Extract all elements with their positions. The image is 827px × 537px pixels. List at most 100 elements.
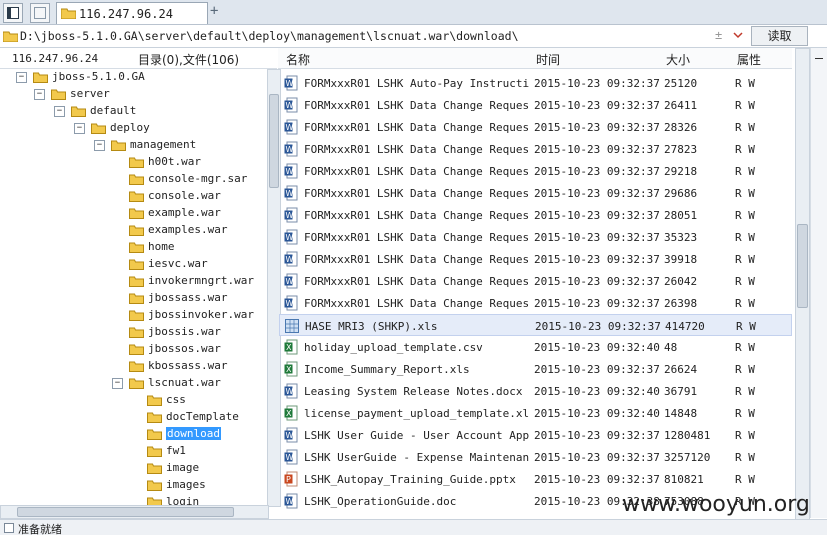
tree-hscroll-thumb[interactable] — [17, 507, 234, 517]
add-tab-button[interactable]: + — [210, 3, 218, 19]
file-row[interactable]: W Leasing System Release Notes.docx 2015-1… — [279, 380, 792, 402]
tab-server[interactable]: 116.247.96.24 — [56, 2, 208, 24]
tree-node[interactable]: jbossis.war — [0, 324, 267, 341]
panel-toggle-icon[interactable] — [3, 3, 23, 23]
tree-node[interactable]: − server — [0, 86, 267, 103]
read-button[interactable]: 读取 — [751, 26, 808, 46]
tree-node-label: example.war — [148, 206, 221, 219]
file-attr: R W — [735, 187, 755, 200]
tree-node[interactable]: console-mgr.sar — [0, 171, 267, 188]
file-size: 26624 — [664, 363, 698, 376]
file-row[interactable]: W FORMxxxR01 LSHK Data Change Request... 2… — [279, 226, 792, 248]
folder-icon — [129, 361, 144, 372]
file-attr: R W — [735, 99, 755, 112]
file-row[interactable]: P LSHK_Autopay_Training_Guide.pptx 2015-10… — [279, 468, 792, 490]
file-row[interactable]: W FORMxxxR01 LSHK Data Change Request... 2… — [279, 248, 792, 270]
tree-node[interactable]: download — [0, 426, 267, 443]
tree-scroll-thumb[interactable] — [269, 94, 279, 188]
file-row[interactable]: HASE MRI3 (SHKP).xls 2015-10-23 09:32:37 4… — [279, 314, 792, 336]
word-doc-icon: W — [284, 383, 298, 399]
svg-text:W: W — [286, 123, 294, 132]
folder-icon — [129, 191, 144, 202]
file-row[interactable]: W FORMxxxR01 LSHK Auto-Pay Instructio... 2… — [279, 72, 792, 94]
tree-node[interactable]: login — [0, 494, 267, 505]
list-scrollbar[interactable] — [795, 48, 810, 520]
folder-icon — [129, 225, 144, 236]
collapse-icon[interactable] — [815, 58, 823, 59]
tree-node[interactable]: − lscnuat.war — [0, 375, 267, 392]
file-size: 26411 — [664, 99, 698, 112]
tree-node[interactable]: − default — [0, 103, 267, 120]
tree-node-label: lscnuat.war — [148, 376, 221, 389]
tree-node[interactable]: jbossos.war — [0, 341, 267, 358]
file-time: 2015-10-23 09:32:37 — [534, 473, 660, 486]
folder-tree: − jboss-5.1.0.GA − server − default − deploy − ma… — [0, 69, 267, 505]
path-input[interactable]: D:\jboss-5.1.0.GA\server\default\deploy\… — [20, 29, 519, 43]
file-row[interactable]: W LSHK UserGuide - Expense Maintenanc... 2… — [279, 446, 792, 468]
folder-icon — [3, 31, 18, 42]
tree-hscrollbar[interactable] — [0, 505, 269, 519]
window-icon[interactable] — [30, 3, 50, 23]
column-time[interactable]: 时间 — [536, 51, 560, 68]
dir-summary: 目录(0),文件(106) — [138, 53, 240, 67]
file-name: license_payment_upload_template.xls — [304, 407, 529, 420]
history-icon[interactable]: ± — [715, 28, 722, 42]
file-row[interactable]: X Income_Summary_Report.xls 2015-10-23 09:… — [279, 358, 792, 380]
tree-node[interactable]: images — [0, 477, 267, 494]
excel-doc-icon: X — [284, 361, 298, 377]
file-row[interactable]: W FORMxxxR01 LSHK Data Change Request... 2… — [279, 204, 792, 226]
file-row[interactable]: W FORMxxxR01 LSHK Data Change Request... 2… — [279, 292, 792, 314]
tree-node-label: home — [148, 240, 175, 253]
tree-node[interactable]: console.war — [0, 188, 267, 205]
folder-icon — [147, 412, 162, 423]
tree-node[interactable]: invokermngrt.war — [0, 273, 267, 290]
file-row[interactable]: W LSHK User Guide - User Account Appl... 2… — [279, 424, 792, 446]
file-row[interactable]: W FORMxxxR01 LSHK Data Change Request... 2… — [279, 138, 792, 160]
file-time: 2015-10-23 09:32:40 — [534, 385, 660, 398]
file-name: Income_Summary_Report.xls — [304, 363, 470, 376]
file-row[interactable]: W FORMxxxR01 LSHK Data Change Request... 2… — [279, 160, 792, 182]
tree-node[interactable]: − management — [0, 137, 267, 154]
column-attr[interactable]: 属性 — [737, 51, 761, 68]
tree-node[interactable]: docTemplate — [0, 409, 267, 426]
tree-node[interactable]: image — [0, 460, 267, 477]
collapse-toggle-icon[interactable]: − — [16, 72, 27, 83]
tree-node[interactable]: jbossass.war — [0, 290, 267, 307]
tree-node[interactable]: kbossass.war — [0, 358, 267, 375]
file-size: 39918 — [664, 253, 698, 266]
tree-node[interactable]: h00t.war — [0, 154, 267, 171]
column-name[interactable]: 名称 — [286, 51, 310, 68]
svg-text:W: W — [286, 453, 294, 462]
file-row[interactable]: W FORMxxxR01 LSHK Data Change Request... 2… — [279, 270, 792, 292]
collapse-toggle-icon[interactable]: − — [112, 378, 123, 389]
collapse-toggle-icon[interactable]: − — [74, 123, 85, 134]
collapse-toggle-icon[interactable]: − — [34, 89, 45, 100]
list-scroll-thumb[interactable] — [797, 224, 808, 308]
chevron-down-icon[interactable] — [733, 32, 743, 39]
file-row[interactable]: W FORMxxxR01 LSHK Data Change Request... 2… — [279, 182, 792, 204]
collapse-toggle-icon[interactable]: − — [94, 140, 105, 151]
tree-node-label: console-mgr.sar — [148, 172, 248, 185]
column-size[interactable]: 大小 — [666, 51, 690, 68]
file-attr: R W — [735, 77, 755, 90]
tree-node[interactable]: iesvc.war — [0, 256, 267, 273]
tree-node[interactable]: examples.war — [0, 222, 267, 239]
tree-node[interactable]: − deploy — [0, 120, 267, 137]
tree-node-label: jbossinvoker.war — [148, 308, 254, 321]
tree-node[interactable]: example.war — [0, 205, 267, 222]
tree-node[interactable]: css — [0, 392, 267, 409]
file-row[interactable]: Xlicense_payment_upload_template.xls 2015… — [279, 402, 792, 424]
tree-node[interactable]: fw1 — [0, 443, 267, 460]
collapse-toggle-icon[interactable]: − — [54, 106, 65, 117]
file-row[interactable]: W FORMxxxR01 LSHK Data Change Request... 2… — [279, 94, 792, 116]
file-row[interactable]: W FORMxxxR01 LSHK Data Change Request... 2… — [279, 116, 792, 138]
svg-text:W: W — [286, 79, 294, 88]
word-doc-icon: W — [284, 163, 298, 179]
file-row[interactable]: Xholiday_upload_template.csv 2015-10-23 0… — [279, 336, 792, 358]
tree-node[interactable]: − jboss-5.1.0.GA — [0, 69, 267, 86]
word-doc-icon: W — [284, 185, 298, 201]
folder-icon — [129, 174, 144, 185]
tree-node[interactable]: jbossinvoker.war — [0, 307, 267, 324]
svg-text:W: W — [286, 233, 294, 242]
tree-node[interactable]: home — [0, 239, 267, 256]
